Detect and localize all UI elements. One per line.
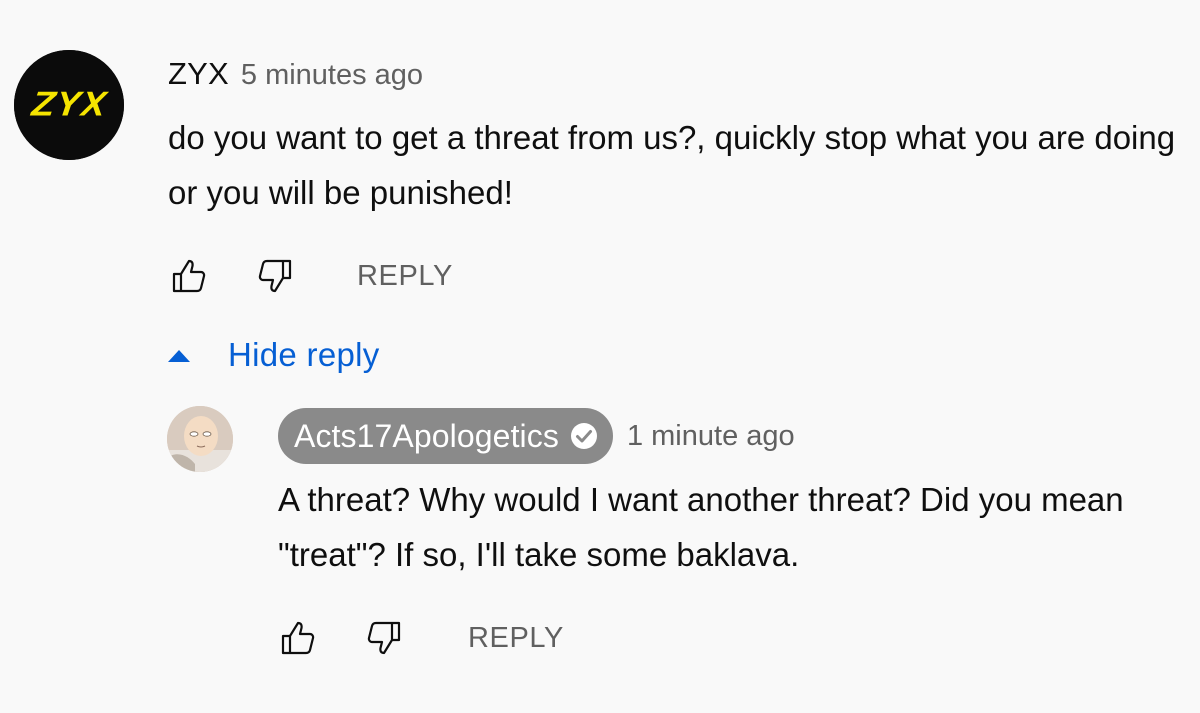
reply-like-button[interactable] [276, 616, 320, 660]
thumb-down-icon [367, 621, 401, 655]
reply-header: Acts17Apologetics 1 minute ago [278, 408, 795, 464]
comment-text: do you want to get a threat from us?, qu… [168, 119, 1176, 211]
caret-up-icon [168, 350, 190, 362]
verified-check-icon [570, 423, 597, 449]
reply-timestamp[interactable]: 1 minute ago [627, 420, 795, 453]
thumb-up-icon [281, 621, 315, 655]
reply-button[interactable]: REPLY [357, 260, 453, 293]
reply-text: A threat? Why would I want another threa… [278, 481, 1124, 573]
thumb-up-icon [172, 259, 206, 293]
author-avatar[interactable]: ZYX [14, 50, 124, 160]
comment-header: ZYX 5 minutes ago [168, 56, 423, 98]
hide-replies-toggle[interactable]: Hide reply [166, 330, 380, 380]
comment-actions: REPLY [167, 251, 453, 301]
reply-author: Acts17Apologetics [294, 417, 559, 454]
reply-author-avatar[interactable] [167, 406, 233, 472]
reply-reply-button[interactable]: REPLY [468, 622, 564, 655]
reply-actions: REPLY [276, 613, 564, 663]
zyx-logo: ZYX [14, 50, 124, 160]
logo-text: ZYX [28, 85, 112, 125]
hide-reply-label: Hide reply [228, 336, 380, 373]
comment-timestamp[interactable]: 5 minutes ago [241, 59, 423, 92]
dislike-button[interactable] [253, 254, 297, 298]
avatar-image [167, 406, 233, 472]
channel-owner-chip[interactable]: Acts17Apologetics [278, 408, 613, 464]
like-button[interactable] [167, 254, 211, 298]
comment-author[interactable]: ZYX [168, 56, 229, 92]
reply-dislike-button[interactable] [362, 616, 406, 660]
thumb-down-icon [258, 259, 292, 293]
